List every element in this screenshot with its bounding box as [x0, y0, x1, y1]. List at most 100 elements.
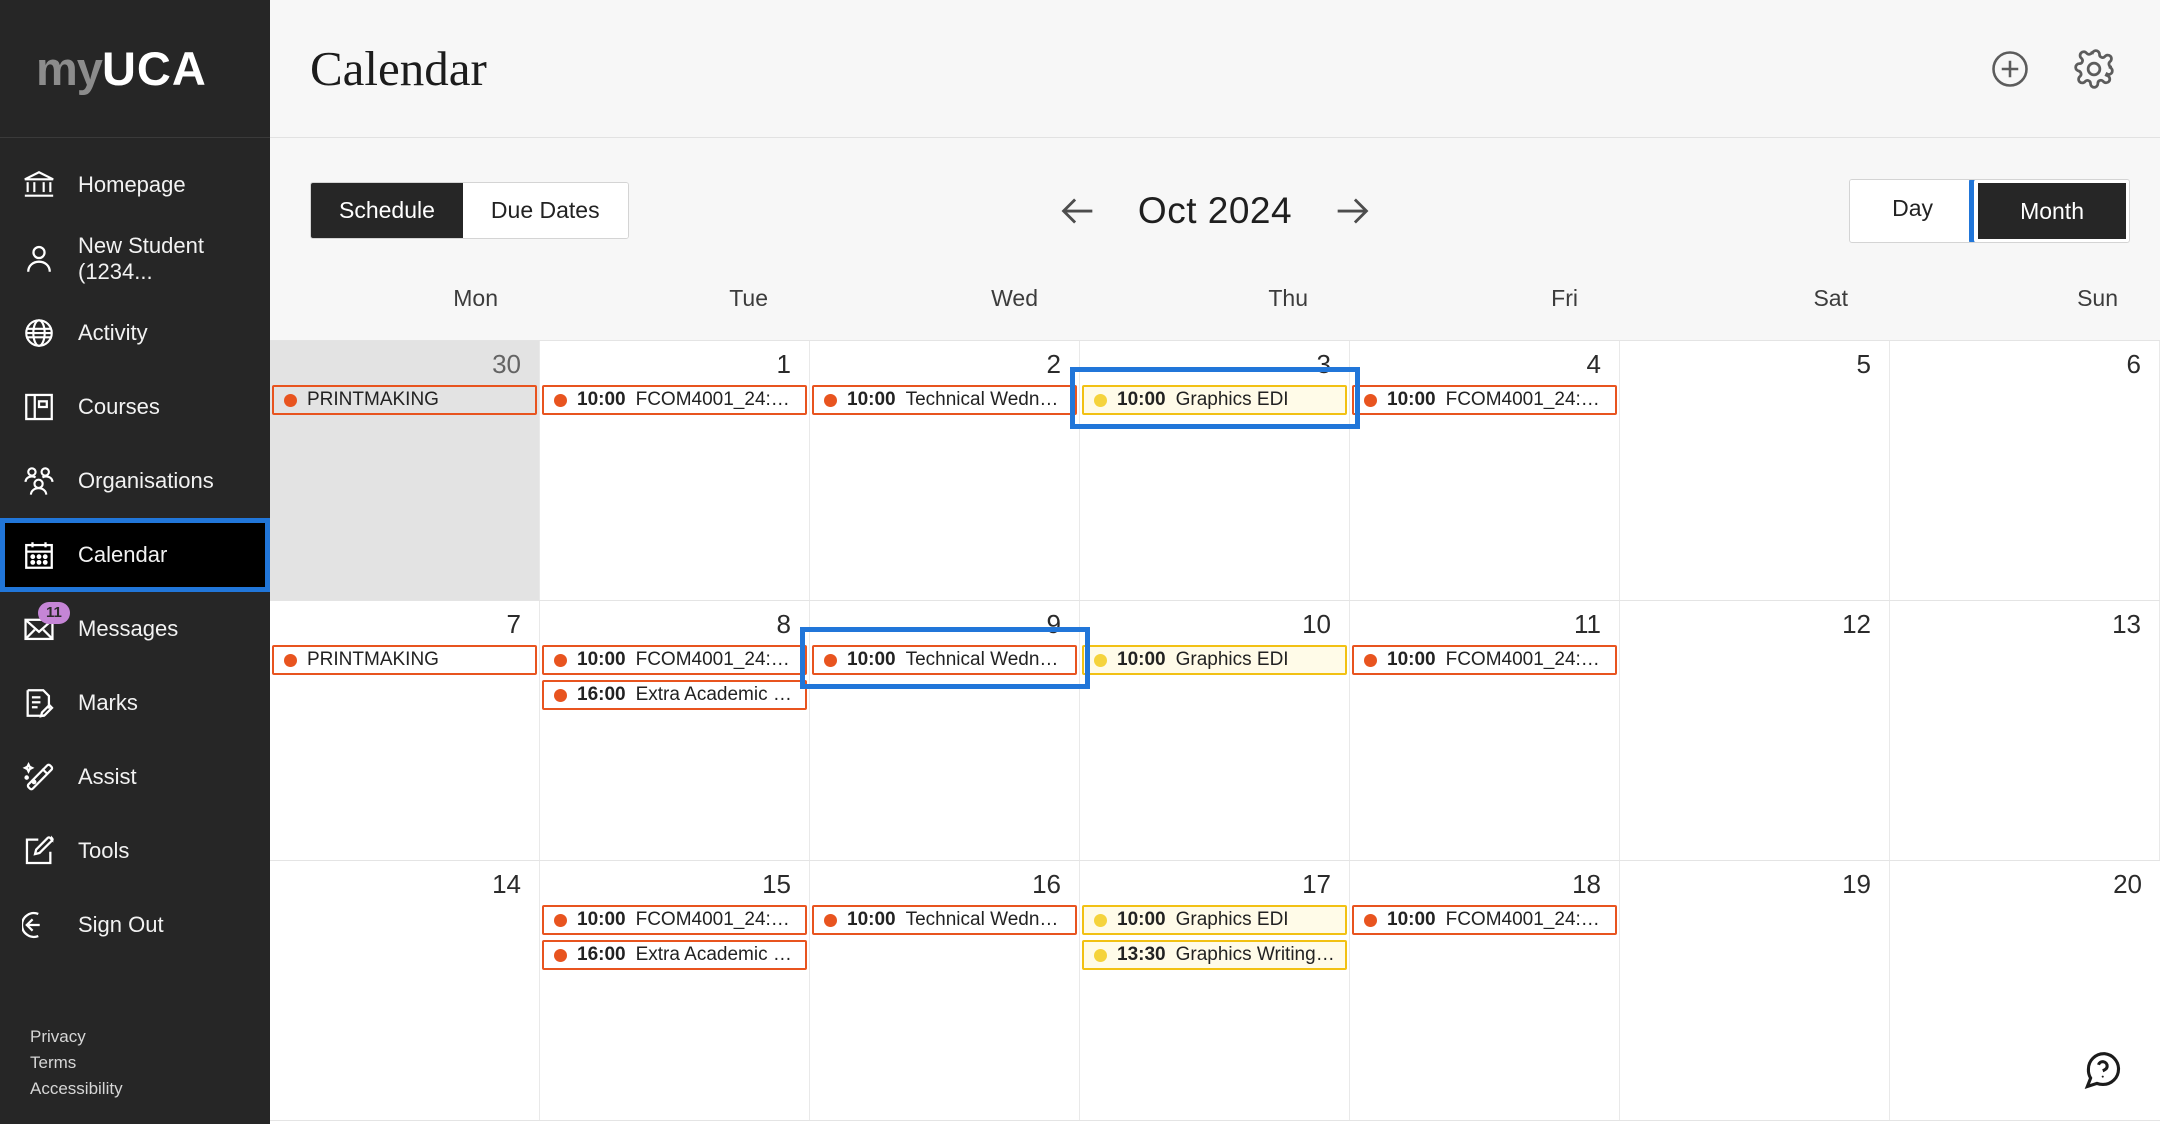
event-title: Technical Wednes... — [905, 389, 1065, 410]
arrow-right-icon[interactable] — [1330, 188, 1376, 234]
sidebar-item-messages[interactable]: 11 Messages — [0, 592, 270, 666]
calendar-day-cell[interactable]: 7 PRINTMAKING — [270, 601, 540, 860]
event-time: 10:00 — [577, 649, 626, 670]
calendar-day-cell[interactable]: 1 10:00 FCOM4001_24: FC... — [540, 341, 810, 600]
calendar-event-chip[interactable]: 10:00 FCOM4001_24: FC... — [542, 385, 807, 415]
messages-badge: 11 — [38, 602, 70, 624]
weekday-header-tue: Tue — [729, 285, 768, 311]
event-dot-icon — [1364, 913, 1377, 927]
event-title: Graphics EDI — [1175, 649, 1289, 670]
sidebar-item-assist[interactable]: Assist — [0, 740, 270, 814]
day-number: 14 — [492, 869, 521, 899]
calendar-day-cell[interactable]: 8 10:00 FCOM4001_24: FC... 16:00 Extra Acade… — [540, 601, 810, 860]
calendar-event-chip[interactable]: 10:00 FCOM4001_24: FC... — [542, 645, 807, 675]
view-month-button[interactable]: Month — [1978, 182, 2126, 239]
event-dot-icon — [1094, 948, 1107, 962]
calendar-day-cell[interactable]: 6 — [1890, 341, 2160, 600]
footer-link-terms[interactable]: Terms — [30, 1050, 270, 1076]
event-dot-icon — [1364, 653, 1377, 667]
calendar-event-chip[interactable]: PRINTMAKING — [272, 385, 537, 415]
calendar-event-chip[interactable]: 10:00 Graphics EDI — [1082, 905, 1347, 935]
weekday-header-row: Mon Tue Wed Thu Fri Sat Sun — [270, 283, 2160, 341]
calendar-event-chip[interactable]: 10:00 FCOM4001_24: FC... — [1352, 645, 1617, 675]
event-time: 10:00 — [847, 909, 896, 930]
sidebar-item-label: Tools — [78, 838, 130, 863]
calendar-event-chip[interactable]: 16:00 Extra Academic E... — [542, 680, 807, 710]
sidebar-item-label: Homepage — [78, 172, 186, 197]
calendar-event-chip[interactable]: 10:00 Technical Wednes... — [812, 905, 1077, 935]
wand-icon — [22, 760, 56, 794]
calendar-day-cell[interactable]: 16 10:00 Technical Wednes... — [810, 861, 1080, 1120]
calendar-event-chip[interactable]: 10:00 FCOM4001_24: FC... — [542, 905, 807, 935]
calendar-day-cell[interactable]: 30 PRINTMAKING — [270, 341, 540, 600]
calendar-day-cell[interactable]: 9 10:00 Technical Wednes... — [810, 601, 1080, 860]
calendar-day-cell[interactable]: 3 10:00 Graphics EDI — [1080, 341, 1350, 600]
calendar-event-chip[interactable]: 13:30 Graphics Writing s... — [1082, 940, 1347, 970]
sidebar-item-label: Marks — [78, 690, 138, 715]
calendar-week-row: 14 15 10:00 FCOM4001_24: FC... 16:00 Extra Ac… — [270, 861, 2160, 1121]
view-day-button[interactable]: Day — [1850, 179, 1976, 236]
sidebar-item-label: Activity — [78, 320, 148, 345]
event-title: Extra Academic E... — [635, 684, 795, 705]
calendar-day-cell[interactable]: 13 — [1890, 601, 2160, 860]
calendar-event-chip[interactable]: 10:00 Graphics EDI — [1082, 385, 1347, 415]
calendar-day-cell[interactable]: 4 10:00 FCOM4001_24: FC... — [1350, 341, 1620, 600]
calendar-day-cell[interactable]: 10 10:00 Graphics EDI — [1080, 601, 1350, 860]
arrow-left-icon[interactable] — [1054, 188, 1100, 234]
help-icon[interactable] — [2080, 1048, 2124, 1092]
calendar-event-chip[interactable]: PRINTMAKING — [272, 645, 537, 675]
event-dot-icon — [554, 393, 567, 407]
event-time: 10:00 — [1387, 909, 1436, 930]
brand-logo[interactable]: my UCA — [0, 0, 270, 138]
day-number: 8 — [776, 609, 791, 639]
calendar-event-chip[interactable]: 10:00 FCOM4001_24: FC... — [1352, 905, 1617, 935]
calendar-day-cell[interactable]: 14 — [270, 861, 540, 1120]
plus-circle-icon[interactable] — [1988, 47, 2032, 91]
sidebar-item-organisations[interactable]: Organisations — [0, 444, 270, 518]
calendar-day-cell[interactable]: 12 — [1620, 601, 1890, 860]
sidebar-item-activity[interactable]: Activity — [0, 296, 270, 370]
day-number: 20 — [2113, 869, 2142, 899]
event-time: 10:00 — [577, 909, 626, 930]
calendar-event-chip[interactable]: 10:00 Technical Wednes... — [812, 645, 1077, 675]
sidebar-item-homepage[interactable]: Homepage — [0, 148, 270, 222]
day-events: 10:00 FCOM4001_24: FC... 16:00 Extra Academ… — [540, 905, 809, 970]
gear-icon[interactable] — [2072, 47, 2116, 91]
footer-link-privacy[interactable]: Privacy — [30, 1024, 270, 1050]
sidebar-item-calendar[interactable]: Calendar — [0, 518, 270, 592]
calendar-event-chip[interactable]: 10:00 FCOM4001_24: FC... — [1352, 385, 1617, 415]
calendar-day-cell[interactable]: 15 10:00 FCOM4001_24: FC... 16:00 Extra Acad… — [540, 861, 810, 1120]
event-title: FCOM4001_24: FC... — [635, 909, 795, 930]
sidebar-item-sign-out[interactable]: Sign Out — [0, 888, 270, 962]
calendar-day-cell[interactable]: 19 — [1620, 861, 1890, 1120]
marks-icon — [22, 686, 56, 720]
weekday-header-thu: Thu — [1268, 285, 1308, 311]
sidebar-item-marks[interactable]: Marks — [0, 666, 270, 740]
sidebar-item-label: Assist — [78, 764, 137, 789]
footer-link-accessibility[interactable]: Accessibility — [30, 1076, 270, 1102]
calendar-day-cell[interactable]: 17 10:00 Graphics EDI 13:30 Graphics Writing… — [1080, 861, 1350, 1120]
day-number: 4 — [1586, 349, 1601, 379]
calendar-event-chip[interactable]: 16:00 Extra Academic E... — [542, 940, 807, 970]
calendar-day-cell[interactable]: 11 10:00 FCOM4001_24: FC... — [1350, 601, 1620, 860]
calendar-day-cell[interactable]: 18 10:00 FCOM4001_24: FC... — [1350, 861, 1620, 1120]
sidebar-item-tools[interactable]: Tools — [0, 814, 270, 888]
sidebar-item-courses[interactable]: Courses — [0, 370, 270, 444]
calendar-event-chip[interactable]: 10:00 Technical Wednes... — [812, 385, 1077, 415]
sidebar-item-label: New Student (1234... — [78, 233, 204, 284]
calendar-day-cell[interactable]: 5 — [1620, 341, 1890, 600]
event-dot-icon — [284, 653, 297, 667]
main-area: Calendar Schedule Due Dates Oct 2024 Day… — [270, 0, 2160, 1124]
calendar-day-cell[interactable]: 2 10:00 Technical Wednes... — [810, 341, 1080, 600]
event-dot-icon — [1094, 393, 1107, 407]
day-number: 16 — [1032, 869, 1061, 899]
sidebar-item-new-student-1234[interactable]: New Student (1234... — [0, 222, 270, 296]
people-icon — [22, 464, 56, 498]
day-number: 13 — [2112, 609, 2141, 639]
tab-due-dates[interactable]: Due Dates — [462, 183, 628, 238]
sidebar-nav: Homepage New Student (1234... Activity Cour… — [0, 138, 270, 1024]
tab-schedule[interactable]: Schedule — [311, 183, 463, 238]
calendar-event-chip[interactable]: 10:00 Graphics EDI — [1082, 645, 1347, 675]
day-number: 18 — [1572, 869, 1601, 899]
day-events: PRINTMAKING — [270, 645, 539, 675]
